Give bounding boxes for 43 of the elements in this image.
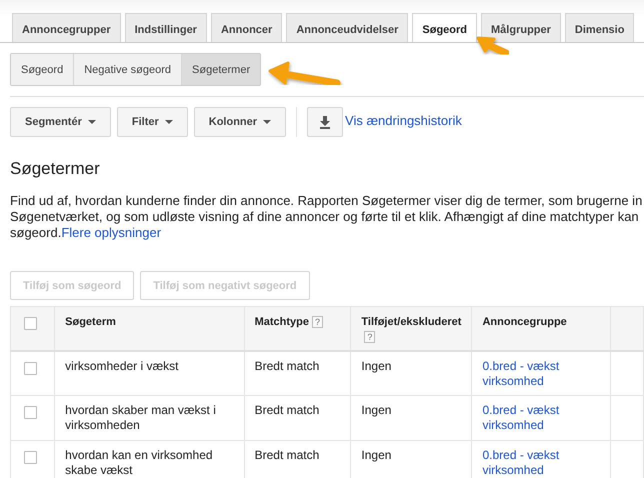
- sub-tab[interactable]: Negative søgeord: [74, 54, 182, 85]
- pointer-arrow: [476, 36, 510, 56]
- history-link[interactable]: Vis ændringshistorik: [345, 111, 462, 131]
- sub-tab[interactable]: Søgeord: [11, 54, 74, 85]
- tab[interactable]: Annonceudvidelser: [286, 13, 408, 42]
- caret-icon: [263, 120, 272, 124]
- row-checkbox[interactable]: [24, 451, 37, 464]
- help-icon[interactable]: ?: [312, 316, 324, 328]
- table-cell: hvordan kan en virksomhed skabe vækst: [65, 448, 213, 478]
- tab[interactable]: Søgeord: [412, 13, 478, 42]
- column-header[interactable]: Tilføjet/ekskluderet: [361, 316, 462, 328]
- dropdown-button[interactable]: Filter: [116, 107, 188, 137]
- more-info-link[interactable]: Flere oplysninger: [61, 225, 162, 240]
- table-cell: Ingen: [361, 358, 392, 373]
- download-icon: [319, 116, 332, 128]
- table-cell: Bredt match: [254, 358, 320, 373]
- select-all-checkbox[interactable]: [24, 317, 37, 330]
- sub-tab[interactable]: Søgetermer: [182, 54, 260, 85]
- table-cell: Ingen: [361, 448, 392, 462]
- dropdown-button[interactable]: Segmentér: [10, 107, 111, 137]
- table-cell: hvordan skaber man vækst i virksomheden: [65, 403, 216, 432]
- column-header[interactable]: Annoncegruppe: [482, 316, 567, 328]
- tab[interactable]: Dimensio: [564, 13, 634, 42]
- table-cell: Bredt match: [254, 403, 320, 418]
- dropdown-button[interactable]: Kolonner: [194, 107, 286, 137]
- table-cell: Bredt match: [254, 448, 320, 462]
- tab[interactable]: Annoncegrupper: [12, 13, 121, 42]
- tab[interactable]: Målgrupper: [481, 13, 561, 42]
- table-cell: Ingen: [361, 403, 392, 418]
- column-header[interactable]: Matchtype: [254, 316, 310, 328]
- page-heading: Søgetermer: [10, 159, 101, 180]
- row-checkbox[interactable]: [24, 362, 37, 375]
- table-cell: virksomheder i vækst: [65, 358, 179, 373]
- tab[interactable]: Annoncer: [210, 13, 282, 42]
- pointer-arrow: [268, 62, 340, 86]
- download-button[interactable]: [307, 107, 344, 137]
- caret-icon: [164, 120, 173, 124]
- help-icon[interactable]: ?: [364, 331, 376, 344]
- column-header[interactable]: Søgeterm: [65, 316, 116, 328]
- row-checkbox[interactable]: [24, 406, 37, 420]
- description-text: Find ud af, hvordan kunderne finder din annonce. Rapporten Søgetermer viser dig de termer, som brugerne in Søgenetværket, og som udløste visning af dine annoncer og førte til et klik. Afhængigt af dine matchtyper kan søgeord.Flere oplysninger: [10, 193, 644, 242]
- caret-icon: [88, 120, 96, 124]
- tab[interactable]: Indstillinger: [124, 13, 207, 42]
